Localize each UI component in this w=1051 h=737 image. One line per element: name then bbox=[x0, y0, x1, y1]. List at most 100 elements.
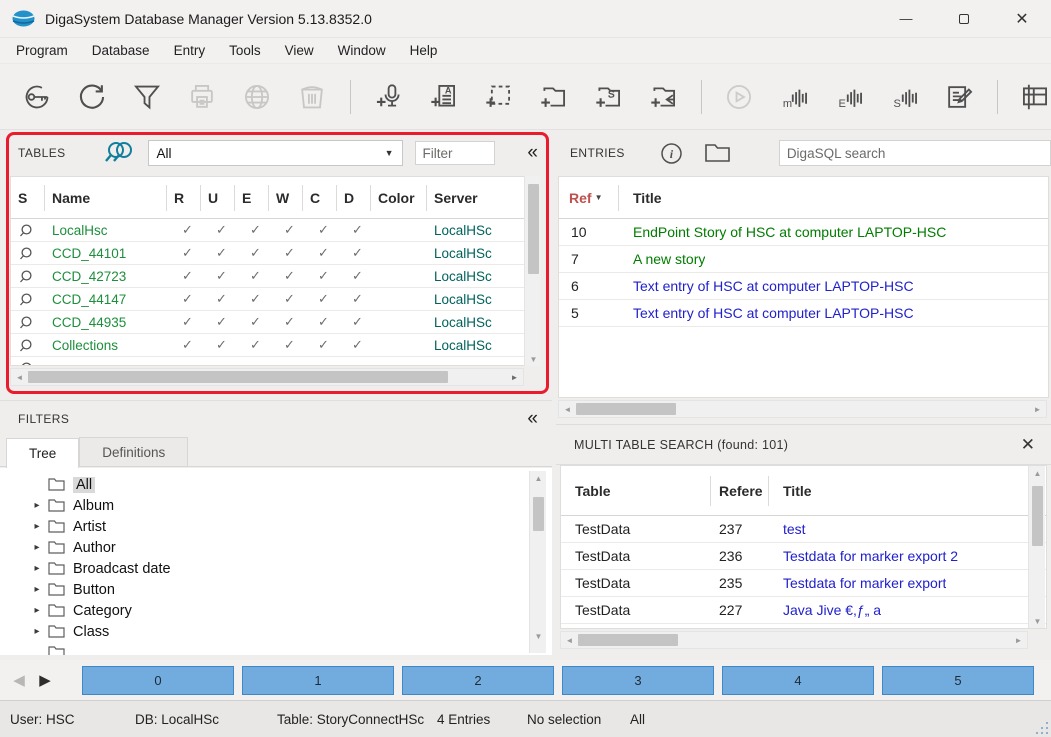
page-button-3[interactable]: 3 bbox=[562, 666, 714, 695]
scroll-left-icon[interactable]: ◄ bbox=[559, 405, 576, 414]
tables-horizontal-scrollbar[interactable]: ◄ ► bbox=[10, 368, 524, 386]
expander-icon[interactable]: ▸ bbox=[30, 500, 44, 511]
filters-vertical-scrollbar[interactable]: ▲ ▼ bbox=[529, 471, 546, 653]
page-button-2[interactable]: 2 bbox=[402, 666, 554, 695]
menu-tools[interactable]: Tools bbox=[217, 38, 273, 64]
add-audio-entry-icon[interactable] bbox=[365, 77, 411, 117]
table-row[interactable]: Collections ✓ ✓ ✓ ✓ ✓ ✓ LocalHSc bbox=[11, 334, 540, 357]
col-header-server[interactable]: Server bbox=[427, 185, 505, 211]
scroll-right-icon[interactable]: ► bbox=[506, 373, 523, 382]
add-folder-icon[interactable] bbox=[530, 77, 576, 117]
entry-row[interactable]: 10 EndPoint Story of HSC at computer LAP… bbox=[559, 219, 1048, 246]
scroll-up-icon[interactable]: ▲ bbox=[530, 474, 547, 483]
scrollbar-thumb[interactable] bbox=[1032, 486, 1043, 546]
col-header-c[interactable]: C bbox=[303, 185, 337, 211]
expander-icon[interactable]: ▸ bbox=[30, 563, 44, 574]
table-row[interactable]: CCD_44101 ✓ ✓ ✓ ✓ ✓ ✓ LocalHSc bbox=[11, 242, 540, 265]
expander-icon[interactable]: ▸ bbox=[30, 626, 44, 637]
page-next-icon[interactable]: ▶ bbox=[32, 671, 58, 689]
add-empty-entry-icon[interactable] bbox=[475, 77, 521, 117]
connect-key-icon[interactable] bbox=[14, 77, 60, 117]
scrollbar-thumb[interactable] bbox=[578, 634, 678, 646]
table-row[interactable]: CCD_44147 ✓ ✓ ✓ ✓ ✓ ✓ LocalHSc bbox=[11, 288, 540, 311]
folder-view-icon[interactable] bbox=[704, 143, 731, 163]
table-search-icon[interactable] bbox=[100, 140, 136, 166]
page-button-0[interactable]: 0 bbox=[82, 666, 234, 695]
table-row[interactable]: CCD_44935 ✓ ✓ ✓ ✓ ✓ ✓ LocalHSc bbox=[11, 311, 540, 334]
singletrack-editor-icon[interactable]: S bbox=[881, 77, 927, 117]
page-button-5[interactable]: 5 bbox=[882, 666, 1034, 695]
page-button-1[interactable]: 1 bbox=[242, 666, 394, 695]
tree-item-all[interactable]: All bbox=[0, 474, 552, 495]
row-search-icon[interactable] bbox=[11, 223, 45, 238]
expander-icon[interactable]: ▸ bbox=[30, 605, 44, 616]
tree-item-broadcast-date[interactable]: ▸ Broadcast date bbox=[0, 558, 552, 579]
table-layout-icon[interactable] bbox=[1012, 77, 1051, 117]
tables-vertical-scrollbar[interactable]: ▼ bbox=[524, 176, 541, 366]
mts-row[interactable]: TestData 227 Java Jive €,ƒ„ a bbox=[561, 597, 1046, 624]
refresh-icon[interactable] bbox=[69, 77, 115, 117]
web-icon[interactable] bbox=[234, 77, 280, 117]
mts-vertical-scrollbar[interactable]: ▲ ▼ bbox=[1028, 466, 1045, 628]
table-scope-dropdown[interactable]: All ▼ bbox=[148, 140, 403, 166]
digasql-search-input[interactable] bbox=[779, 140, 1051, 166]
mts-row[interactable]: TestData 236 Testdata for marker export … bbox=[561, 543, 1046, 570]
edit-entry-icon[interactable] bbox=[936, 77, 982, 117]
row-search-icon[interactable] bbox=[11, 315, 45, 330]
mts-close-icon[interactable]: ✕ bbox=[1005, 435, 1051, 455]
mts-row[interactable]: TestData 235 Testdata for marker export bbox=[561, 570, 1046, 597]
tree-item-class[interactable]: ▸ Class bbox=[0, 621, 552, 642]
resize-grip[interactable] bbox=[1036, 722, 1048, 734]
col-header-ref[interactable]: Ref ▼ bbox=[559, 185, 619, 211]
tree-item-button[interactable]: ▸ Button bbox=[0, 579, 552, 600]
tree-item-artist[interactable]: ▸ Artist bbox=[0, 516, 552, 537]
info-icon[interactable]: i bbox=[659, 141, 684, 166]
scroll-left-icon[interactable]: ◄ bbox=[11, 373, 28, 382]
tree-item-album[interactable]: ▸ Album bbox=[0, 495, 552, 516]
table-row[interactable]: CCD_42723 ✓ ✓ ✓ ✓ ✓ ✓ LocalHSc bbox=[11, 265, 540, 288]
import-to-folder-icon[interactable] bbox=[640, 77, 686, 117]
row-search-icon[interactable] bbox=[11, 246, 45, 261]
table-row[interactable]: LocalHsc ✓ ✓ ✓ ✓ ✓ ✓ LocalHSc bbox=[11, 219, 540, 242]
tab-tree[interactable]: Tree bbox=[6, 438, 79, 468]
multitrack-editor-icon[interactable]: m bbox=[771, 77, 817, 117]
expander-icon[interactable]: ▸ bbox=[30, 584, 44, 595]
filter-icon[interactable] bbox=[124, 77, 170, 117]
col-header-name[interactable]: Name bbox=[45, 185, 167, 211]
tree-item-author[interactable]: ▸ Author bbox=[0, 537, 552, 558]
menu-window[interactable]: Window bbox=[326, 38, 398, 64]
print-icon[interactable] bbox=[179, 77, 225, 117]
scroll-down-icon[interactable]: ▼ bbox=[530, 632, 547, 641]
scroll-down-icon[interactable]: ▼ bbox=[525, 355, 542, 364]
menu-program[interactable]: Program bbox=[4, 38, 80, 64]
scroll-up-icon[interactable]: ▲ bbox=[1029, 469, 1046, 478]
mts-row[interactable]: TestData 237 test bbox=[561, 516, 1046, 543]
col-header-s[interactable]: S bbox=[11, 185, 45, 211]
scroll-down-icon[interactable]: ▼ bbox=[1029, 617, 1046, 626]
row-search-icon[interactable] bbox=[11, 338, 45, 353]
filters-collapse-button[interactable]: « bbox=[513, 408, 552, 430]
tree-item-category[interactable]: ▸ Category bbox=[0, 600, 552, 621]
add-subfolder-icon[interactable]: S bbox=[585, 77, 631, 117]
tables-collapse-button[interactable]: « bbox=[513, 142, 552, 164]
col-header-table[interactable]: Table bbox=[561, 476, 711, 506]
entry-row[interactable]: 6 Text entry of HSC at computer LAPTOP-H… bbox=[559, 273, 1048, 300]
scroll-right-icon[interactable]: ► bbox=[1010, 636, 1027, 645]
page-prev-icon[interactable]: ◀ bbox=[6, 671, 32, 689]
menu-entry[interactable]: Entry bbox=[162, 38, 218, 64]
col-header-title[interactable]: Title bbox=[769, 483, 812, 499]
scrollbar-thumb[interactable] bbox=[576, 403, 676, 415]
col-header-color[interactable]: Color bbox=[371, 185, 427, 211]
expander-icon[interactable]: ▸ bbox=[30, 521, 44, 532]
col-header-reference[interactable]: Refere bbox=[711, 476, 769, 506]
minimize-button[interactable]: — bbox=[877, 0, 935, 38]
row-search-icon[interactable] bbox=[11, 292, 45, 307]
menu-help[interactable]: Help bbox=[398, 38, 450, 64]
close-button[interactable]: ✕ bbox=[993, 0, 1051, 38]
col-header-title[interactable]: Title bbox=[619, 190, 662, 206]
scroll-left-icon[interactable]: ◄ bbox=[561, 636, 578, 645]
maximize-button[interactable] bbox=[935, 0, 993, 38]
col-header-w[interactable]: W bbox=[269, 185, 303, 211]
table-filter-input[interactable] bbox=[415, 141, 495, 165]
scrollbar-thumb[interactable] bbox=[28, 371, 448, 383]
